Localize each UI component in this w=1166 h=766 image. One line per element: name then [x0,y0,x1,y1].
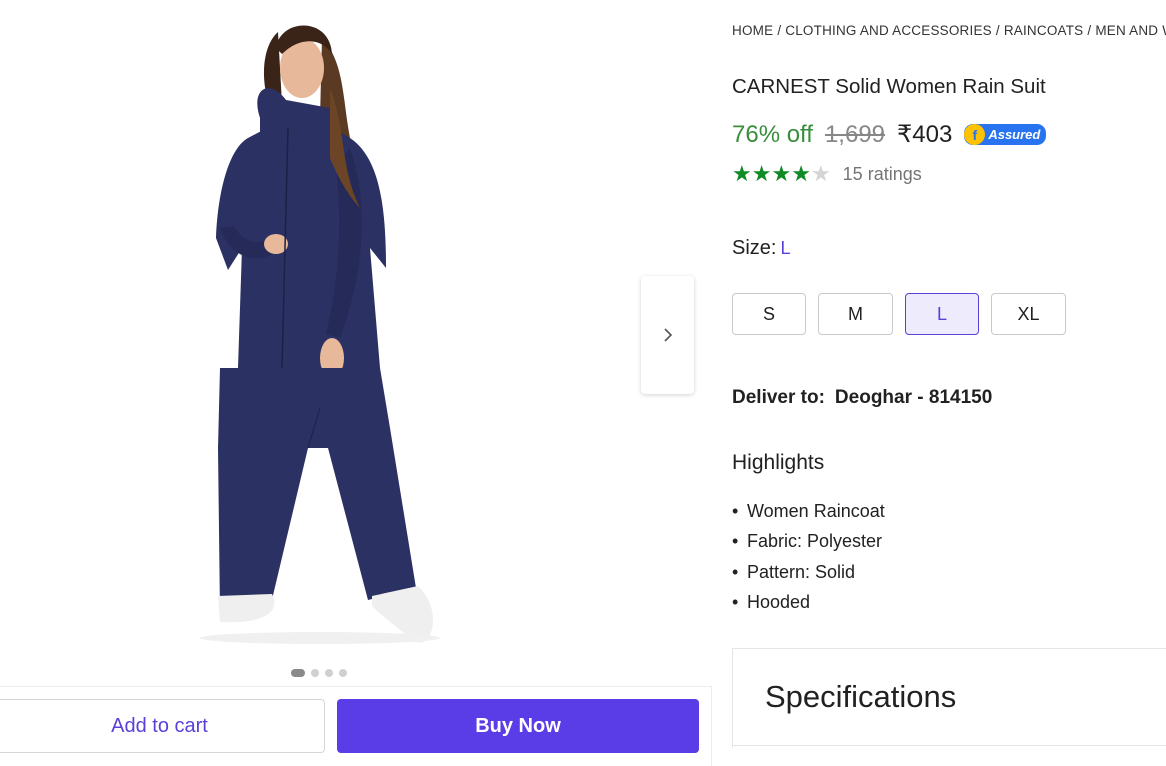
highlight-text: Pattern: Solid [747,561,856,582]
bullet-icon: • [732,592,739,613]
price-row: 76% off 1,699 ₹403 f Assured [732,120,1047,149]
add-to-cart-button[interactable]: Add to cart [0,699,325,753]
product-title: CARNEST Solid Women Rain Suit [732,75,1046,98]
specifications-heading[interactable]: Specifications [765,679,956,715]
breadcrumb-raincoats[interactable]: RAINCOATS [1004,23,1084,38]
size-label: Size: [732,237,777,259]
size-option-s[interactable]: S [732,293,806,335]
breadcrumb-separator: / [1087,23,1092,38]
carousel-dot[interactable] [311,669,319,677]
size-option-xl[interactable]: XL [991,293,1066,335]
assured-label: Assured [988,127,1041,142]
carousel-dot-active[interactable] [291,669,305,677]
specifications-panel: Specifications [732,648,1166,748]
size-option-l[interactable]: L [905,293,979,335]
carousel-dot[interactable] [339,669,347,677]
bullet-icon: • [732,500,739,521]
bullet-icon: • [732,561,739,582]
highlight-text: Fabric: Polyester [747,531,883,552]
rating-row: ★ ★ ★ ★ ★ 15 ratings [732,163,922,185]
chevron-right-icon [663,328,672,342]
product-image[interactable] [190,8,450,656]
selling-price: ₹403 [897,121,953,148]
size-label-row: Size: L [732,237,790,260]
assured-badge: f Assured [964,124,1047,145]
highlight-text: Hooded [747,592,811,613]
highlight-text: Women Raincoat [747,500,885,521]
divider [733,745,1166,746]
action-bar: Add to cart Buy Now [0,686,712,766]
size-options: S M L XL [732,293,1066,335]
breadcrumb-clothing[interactable]: CLOTHING AND ACCESSORIES [785,23,992,38]
original-price: 1,699 [824,120,886,148]
highlights-list: • Women Raincoat • Fabric: Polyester • Patt… [732,496,885,618]
list-item: • Women Raincoat [732,496,885,527]
size-option-m[interactable]: M [818,293,893,335]
carousel-dot[interactable] [325,669,333,677]
star-filled-icon: ★ [751,161,772,186]
breadcrumb: HOME / CLOTHING AND ACCESSORIES / RAINCOATS /… [732,23,1166,38]
ratings-count[interactable]: 15 ratings [843,164,922,185]
product-gallery [0,0,712,766]
product-details: HOME / CLOTHING AND ACCESSORIES / RAINCOATS /… [732,0,1166,766]
bullet-icon: • [732,531,739,552]
star-empty-icon: ★ [810,161,831,186]
delivery-location[interactable]: Deoghar - 814150 [835,387,992,408]
breadcrumb-separator: / [777,23,782,38]
delivery-row: Deliver to: Deoghar - 814150 [732,387,992,409]
discount-percent: 76% off [732,120,813,148]
highlights-heading: Highlights [732,451,825,474]
breadcrumb-men-and-women[interactable]: MEN AND WO [1095,23,1166,38]
star-filled-icon: ★ [771,161,792,186]
list-item: • Pattern: Solid [732,557,885,588]
deliver-to-label: Deliver to: [732,387,825,408]
star-filled-icon: ★ [791,161,811,186]
list-item: • Fabric: Polyester [732,527,885,558]
next-image-button[interactable] [641,276,694,394]
breadcrumb-separator: / [995,23,1000,38]
selected-size: L [780,238,791,258]
star-filled-icon: ★ [732,161,752,186]
assured-logo-icon: f [964,124,986,145]
breadcrumb-home[interactable]: HOME [732,23,773,38]
buy-now-button[interactable]: Buy Now [337,699,699,753]
list-item: • Hooded [732,588,885,619]
star-rating: ★ ★ ★ ★ ★ [732,163,831,185]
carousel-dots [291,669,347,677]
